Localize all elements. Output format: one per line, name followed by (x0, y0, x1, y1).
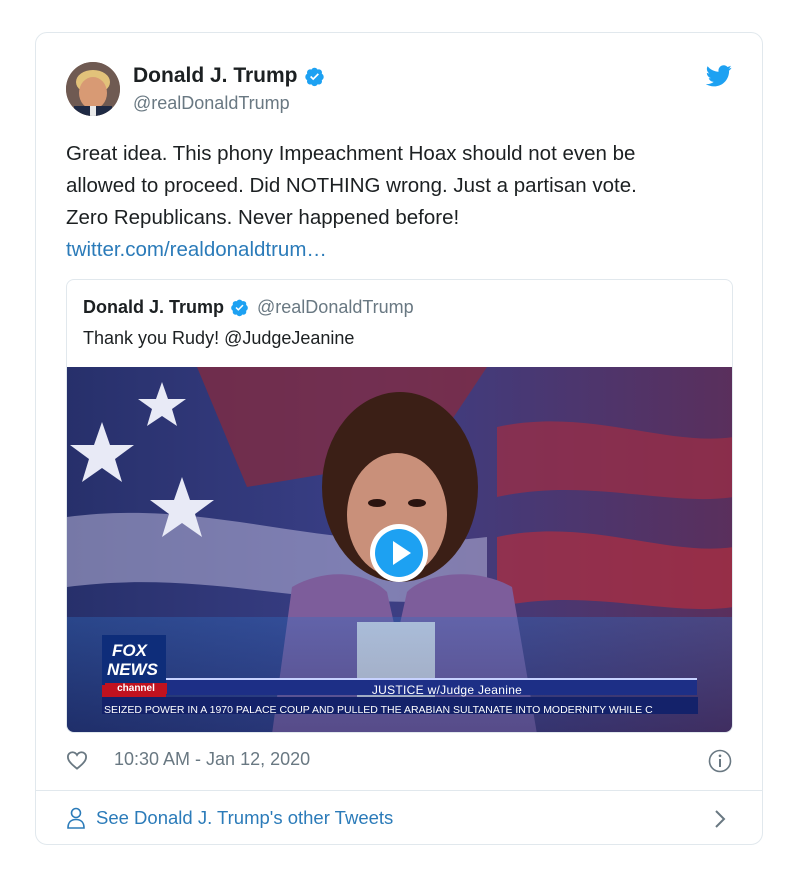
timestamp[interactable]: 10:30 AM - Jan 12, 2020 (114, 749, 310, 770)
quoted-tweet-text: Thank you Rudy! @JudgeJeanine (83, 328, 355, 348)
info-icon[interactable] (708, 749, 732, 773)
fox-logo-line2: NEWS (107, 660, 158, 679)
author-name[interactable]: Donald J. Trump (133, 64, 298, 88)
fox-logo-line1: FOX (112, 641, 147, 660)
tweet-embed-card: Donald J. Trump @realDonaldTrump Great i… (35, 32, 763, 845)
quoted-author-name: Donald J. Trump (83, 297, 225, 317)
verified-badge-icon (304, 67, 324, 86)
tweet-text-line: Zero Republicans. Never happened before! (66, 206, 460, 229)
tweet-text: Great idea. This phony Impeachment Hoax … (66, 138, 736, 266)
author-handle[interactable]: @realDonaldTrump (133, 93, 290, 114)
fox-logo-channel: channel (105, 683, 167, 694)
avatar[interactable] (66, 62, 120, 116)
quoted-author-handle: @realDonaldTrump (257, 297, 414, 317)
news-ticker: SEIZED POWER IN A 1970 PALACE COUP AND P… (104, 704, 653, 716)
tweet-text-line: Great idea. This phony Impeachment Hoax … (66, 142, 636, 165)
twitter-bird-icon[interactable] (706, 65, 732, 87)
quoted-tweet-header: Donald J. Trump @realDonaldTrump (83, 297, 414, 318)
heart-icon[interactable] (66, 750, 88, 770)
video-thumbnail[interactable]: FOX NEWS channel JUSTICE w/Judge Jeanine… (67, 367, 732, 732)
tweet-text-line: allowed to proceed. Did NOTHING wrong. J… (66, 174, 637, 197)
chevron-right-icon[interactable] (714, 809, 726, 829)
tweet-link[interactable]: twitter.com/realdonaldtrum… (66, 234, 736, 266)
see-other-tweets-label[interactable]: See Donald J. Trump's other Tweets (96, 807, 393, 829)
divider (36, 790, 762, 791)
play-icon[interactable] (369, 523, 429, 583)
verified-badge-icon (231, 299, 248, 317)
quoted-tweet[interactable]: Donald J. Trump @realDonaldTrump Thank y… (66, 279, 733, 733)
person-icon (67, 807, 85, 829)
see-other-tweets-link[interactable]: See Donald J. Trump's other Tweets (66, 807, 393, 829)
show-title: JUSTICE w/Judge Jeanine (371, 683, 523, 697)
author-name-row[interactable]: Donald J. Trump (133, 64, 325, 88)
tweet-meta: 10:30 AM - Jan 12, 2020 (66, 749, 310, 770)
